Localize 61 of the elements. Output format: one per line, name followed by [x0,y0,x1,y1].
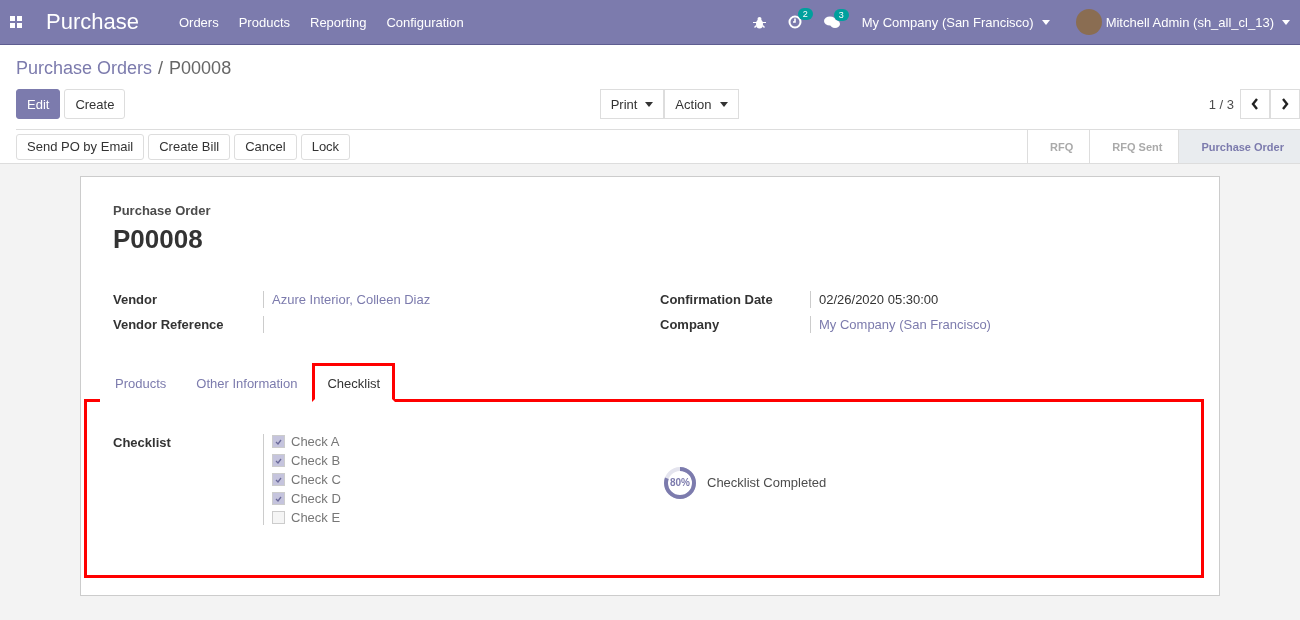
create-button[interactable]: Create [64,89,126,119]
checkbox-label: Check E [291,510,341,525]
checkbox-label: Check A [291,434,340,449]
app-title: Purchase [46,9,139,35]
next-button[interactable] [1270,89,1300,119]
dropdown-button[interactable]: Print [599,89,665,119]
checkmark-icon [275,495,282,502]
edit-button[interactable]: Edit [16,89,61,119]
bug-icon[interactable] [752,15,766,29]
caret-icon [645,101,654,107]
field-label: Checklist [113,434,172,452]
checkbox[interactable] [272,473,285,486]
checkbox[interactable] [272,511,285,524]
field-label: Vendor Reference [113,316,225,333]
company-switcher[interactable]: My Company (San Francisco) [861,14,1050,30]
status-step[interactable]: Purchase Order [1178,130,1300,163]
form-subtitle: Purchase Order [113,203,212,218]
apps-menu-icon[interactable] [10,16,22,28]
menu-item[interactable]: Products [238,14,290,30]
caret-icon [719,101,728,107]
activity-count-badge: 2 [797,8,813,20]
field-label: Company [660,316,721,333]
checkmark-icon [275,476,282,483]
field-label: Confirmation Date [660,291,774,308]
checkbox[interactable] [272,492,285,505]
menu-item[interactable]: Configuration [386,14,464,30]
workflow-button[interactable]: Cancel [234,133,297,160]
message-count-badge: 3 [833,8,849,21]
chevron-left-icon [1251,98,1259,110]
caret-icon [1282,19,1290,25]
progress-caption: Checklist Completed [707,475,827,490]
menu-item[interactable]: Orders [178,14,219,30]
checkbox-label: Check C [291,472,341,487]
workflow-button[interactable]: Send PO by Email [16,133,145,160]
field-value[interactable]: My Company (San Francisco) [810,316,1187,333]
dropdown-button[interactable]: Action [664,89,739,119]
checkbox-label: Check D [291,491,341,506]
field-value: 02/26/2020 05:30:00 [810,291,1187,308]
progress-percent: 80% [669,476,691,490]
menu-item[interactable]: Reporting [310,14,367,30]
workflow-button[interactable]: Lock [300,133,351,160]
chevron-right-icon [1281,98,1289,110]
pager-counter: 1 / 3 [1208,96,1234,112]
field-label: Vendor [113,291,159,308]
checkmark-icon [275,457,282,464]
checkbox[interactable] [272,454,285,467]
checkbox[interactable] [272,435,285,448]
previous-button[interactable] [1240,89,1270,119]
field-value[interactable]: Azure Interior, Colleen Diaz [263,291,640,308]
caret-icon [1041,19,1050,25]
breadcrumb-link[interactable]: Purchase Orders [16,58,153,79]
workflow-button[interactable]: Create Bill [148,133,231,160]
chat-icon[interactable] [823,15,840,29]
tab[interactable]: Checklist [312,363,396,402]
user-menu[interactable]: Mitchell Admin (sh_all_cl_13) [1105,14,1290,30]
checkmark-icon [275,438,282,445]
breadcrumb-separator: / [158,58,164,79]
breadcrumb-current: P00008 [169,58,232,79]
order-number: P00008 [113,224,204,255]
clock-icon[interactable] [787,15,802,29]
checkbox-label: Check B [291,453,341,468]
